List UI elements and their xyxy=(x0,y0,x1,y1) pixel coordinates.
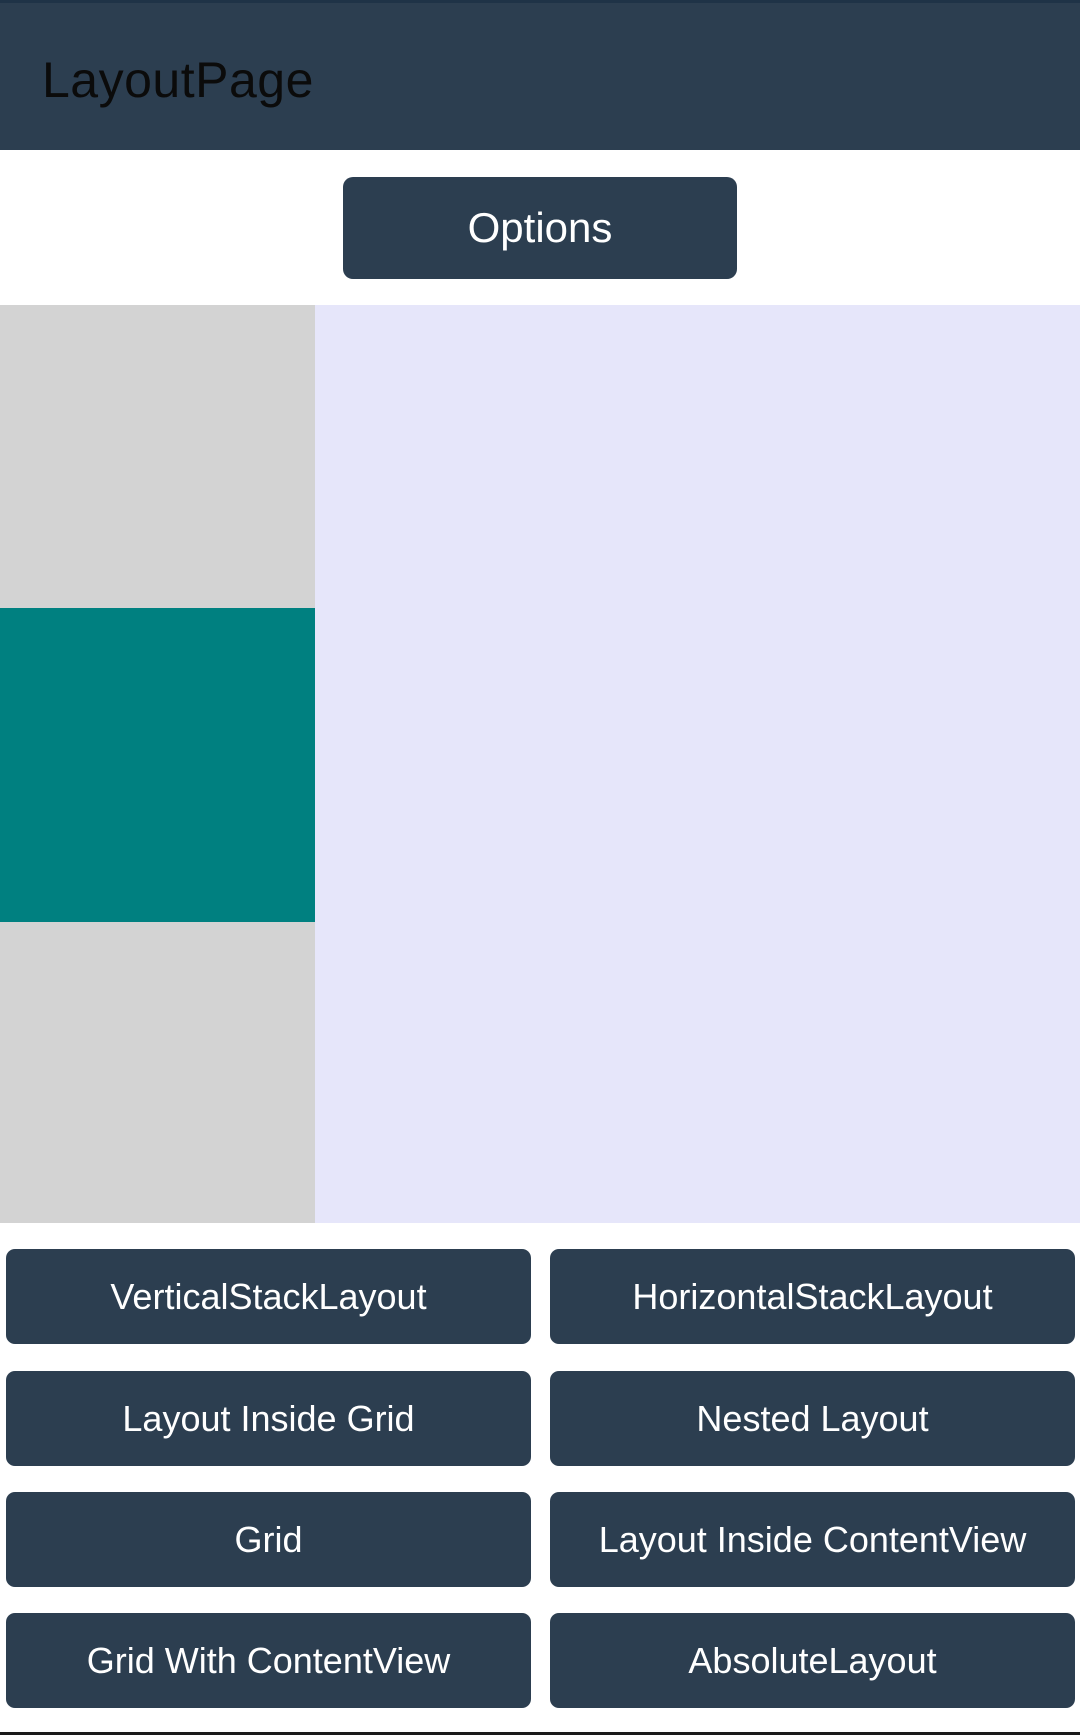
absolute-layout-button[interactable]: AbsoluteLayout xyxy=(550,1613,1075,1708)
teal-box xyxy=(0,608,315,922)
nested-layout-button[interactable]: Nested Layout xyxy=(550,1371,1075,1466)
options-button[interactable]: Options xyxy=(343,177,737,279)
layout-inside-contentview-button[interactable]: Layout Inside ContentView xyxy=(550,1492,1075,1587)
horizontal-stack-layout-button[interactable]: HorizontalStackLayout xyxy=(550,1249,1075,1344)
vertical-stack-layout-button[interactable]: VerticalStackLayout xyxy=(6,1249,531,1344)
grid-button[interactable]: Grid xyxy=(6,1492,531,1587)
app-bar: LayoutPage xyxy=(0,0,1080,150)
page-title: LayoutPage xyxy=(42,52,314,108)
layout-inside-grid-button[interactable]: Layout Inside Grid xyxy=(6,1371,531,1466)
right-content-area xyxy=(315,305,1080,1223)
grid-with-contentview-button[interactable]: Grid With ContentView xyxy=(6,1613,531,1708)
layout-demo-area xyxy=(0,305,1080,1223)
